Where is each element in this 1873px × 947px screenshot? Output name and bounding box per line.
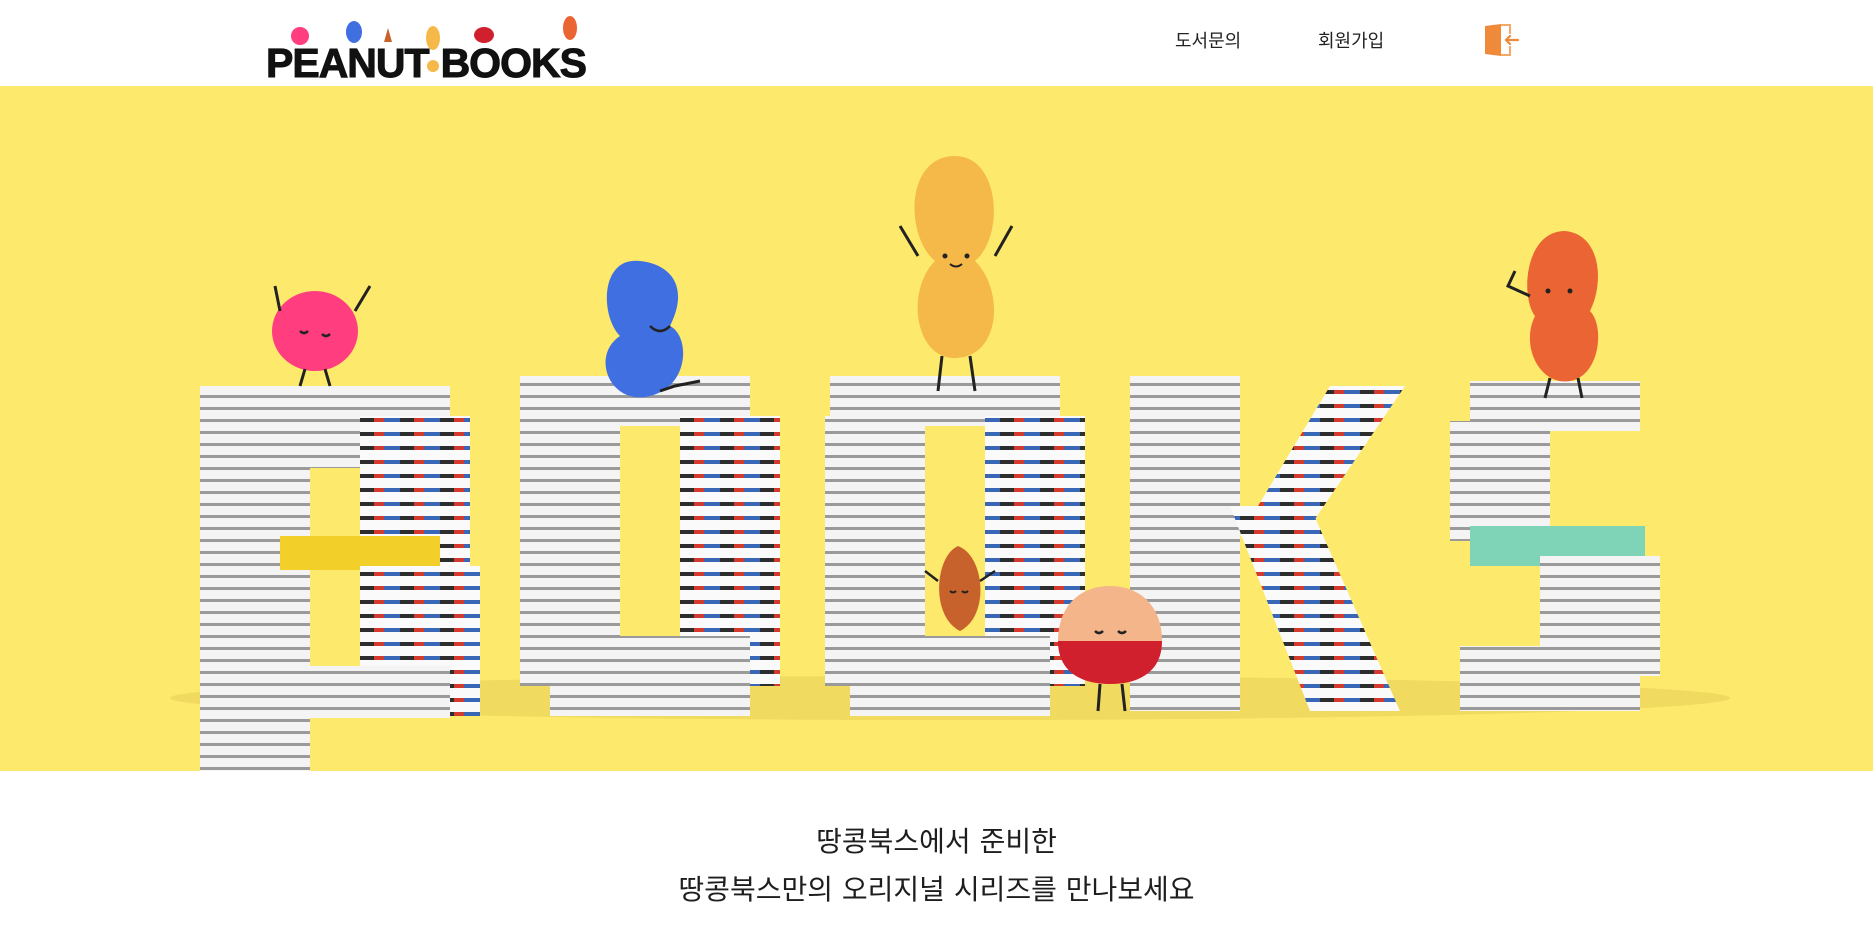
tagline-line1: 땅콩북스에서 준비한 bbox=[816, 825, 1057, 858]
logo-wordmark-right: BOOKS bbox=[440, 40, 587, 87]
logo-wordmark-left: PEANUT bbox=[266, 40, 431, 87]
door-exit-icon bbox=[1485, 24, 1520, 56]
letter-b-books bbox=[200, 386, 480, 771]
peanut-books-logo[interactable]: PEANUT BOOKS bbox=[266, 8, 587, 87]
tagline: 땅콩북스에서 준비한 땅콩북스만의 오리지널 시리즈를 만나보세요 bbox=[0, 818, 1873, 914]
nav-signup[interactable]: 회원가입 bbox=[1318, 27, 1384, 53]
pink-berry-icon bbox=[272, 285, 372, 387]
almond-icon bbox=[924, 546, 996, 631]
site-header: PEANUT BOOKS 도서문의 회원가입 bbox=[0, 0, 1873, 87]
login-button[interactable] bbox=[1482, 22, 1520, 58]
nav-book-inquiry[interactable]: 도서문의 bbox=[1175, 27, 1241, 53]
letter-s-books bbox=[1450, 381, 1660, 711]
orange-bean-icon bbox=[1506, 231, 1599, 399]
hero-banner bbox=[0, 86, 1873, 771]
letter-k-books bbox=[1130, 376, 1405, 711]
letter-o2-books bbox=[825, 376, 1085, 716]
peanut-icon bbox=[898, 156, 1014, 392]
hero-illustration bbox=[170, 156, 1730, 771]
tagline-line2: 땅콩북스만의 오리지널 시리즈를 만나보세요 bbox=[678, 873, 1195, 906]
letter-o-books bbox=[520, 376, 780, 716]
logo-wordmark: PEANUT BOOKS bbox=[266, 40, 588, 87]
